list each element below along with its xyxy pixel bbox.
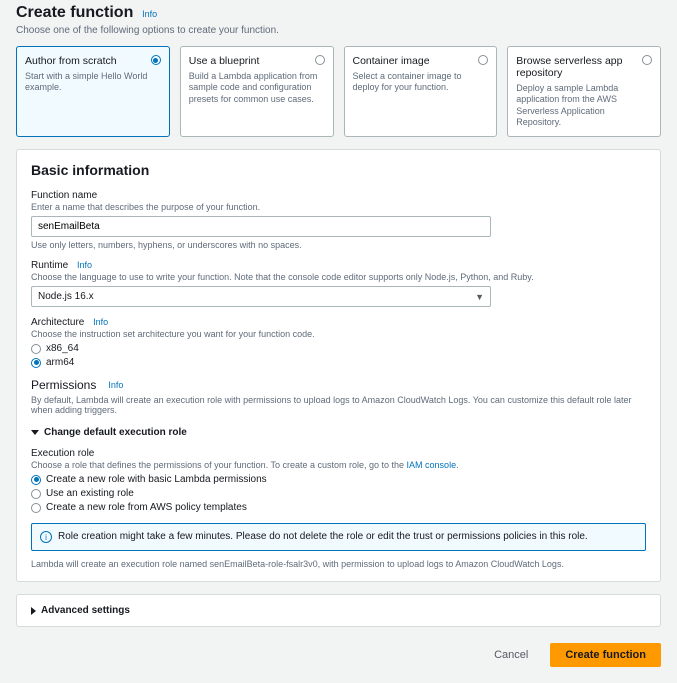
- execution-role-sub: Choose a role that defines the permissio…: [31, 460, 646, 470]
- radio-icon: [642, 55, 652, 65]
- triangle-down-icon: [31, 430, 39, 435]
- info-link-architecture[interactable]: Info: [93, 317, 108, 327]
- page-subtitle: Choose one of the following options to c…: [16, 25, 661, 36]
- runtime-label: Runtime: [31, 260, 68, 271]
- role-option-existing[interactable]: Use an existing role: [31, 488, 646, 499]
- execution-role-label: Execution role: [31, 448, 646, 459]
- runtime-sub: Choose the language to use to write your…: [31, 272, 646, 282]
- change-role-expander[interactable]: Change default execution role: [31, 427, 646, 438]
- option-desc: Select a container image to deploy for y…: [353, 71, 489, 94]
- role-option-label: Create a new role with basic Lambda perm…: [46, 474, 267, 485]
- architecture-sub: Choose the instruction set architecture …: [31, 329, 646, 339]
- creation-options: Author from scratch Start with a simple …: [16, 46, 661, 137]
- runtime-select[interactable]: Node.js 16.x ▼: [31, 286, 491, 307]
- basic-information-panel: Basic information Function name Enter a …: [16, 149, 661, 582]
- page-header: Create function Info Choose one of the f…: [16, 4, 661, 36]
- permissions-title: Permissions: [31, 378, 96, 392]
- radio-icon: [315, 55, 325, 65]
- permissions-desc: By default, Lambda will create an execut…: [31, 395, 646, 415]
- option-title: Author from scratch: [25, 55, 161, 67]
- runtime-value: Node.js 16.x: [38, 291, 94, 302]
- radio-icon: [31, 344, 41, 354]
- arch-x86-label: x86_64: [46, 343, 79, 354]
- chevron-down-icon: ▼: [475, 292, 484, 302]
- radio-icon: [31, 358, 41, 368]
- page-title: Create function: [16, 4, 133, 22]
- radio-icon: [31, 503, 41, 513]
- arch-arm-label: arm64: [46, 357, 74, 368]
- architecture-label: Architecture: [31, 317, 84, 328]
- arch-x86-option[interactable]: x86_64: [31, 343, 646, 354]
- advanced-heading: Advanced settings: [41, 605, 130, 616]
- role-info-text: Role creation might take a few minutes. …: [58, 531, 588, 542]
- info-link-header[interactable]: Info: [142, 9, 157, 19]
- role-option-label: Create a new role from AWS policy templa…: [46, 502, 247, 513]
- info-icon: i: [40, 531, 52, 543]
- create-function-button[interactable]: Create function: [550, 643, 661, 667]
- radio-icon: [31, 475, 41, 485]
- function-name-sub: Enter a name that describes the purpose …: [31, 202, 646, 212]
- option-title: Use a blueprint: [189, 55, 325, 67]
- option-desc: Start with a simple Hello World example.: [25, 71, 161, 94]
- advanced-settings-panel: Advanced settings: [16, 594, 661, 627]
- footer-actions: Cancel Create function: [16, 639, 661, 667]
- function-name-helper: Use only letters, numbers, hyphens, or u…: [31, 240, 646, 250]
- option-serverless-repo[interactable]: Browse serverless app repository Deploy …: [507, 46, 661, 137]
- option-desc: Deploy a sample Lambda application from …: [516, 83, 652, 128]
- function-name-input[interactable]: [31, 216, 491, 237]
- runtime-field: Runtime Info Choose the language to use …: [31, 260, 646, 307]
- triangle-right-icon: [31, 607, 36, 615]
- option-title: Container image: [353, 55, 489, 67]
- radio-icon: [31, 489, 41, 499]
- role-option-label: Use an existing role: [46, 488, 134, 499]
- option-author-from-scratch[interactable]: Author from scratch Start with a simple …: [16, 46, 170, 137]
- role-info-box: i Role creation might take a few minutes…: [31, 523, 646, 551]
- advanced-settings-expander[interactable]: Advanced settings: [31, 605, 646, 616]
- radio-icon: [151, 55, 161, 65]
- architecture-field: Architecture Info Choose the instruction…: [31, 317, 646, 368]
- change-role-label: Change default execution role: [44, 427, 187, 438]
- arch-arm-option[interactable]: arm64: [31, 357, 646, 368]
- basic-heading: Basic information: [31, 162, 646, 178]
- role-option-create-basic[interactable]: Create a new role with basic Lambda perm…: [31, 474, 646, 485]
- info-link-permissions[interactable]: Info: [108, 380, 123, 390]
- permissions-header: Permissions Info: [31, 378, 646, 392]
- option-use-blueprint[interactable]: Use a blueprint Build a Lambda applicati…: [180, 46, 334, 137]
- function-name-field: Function name Enter a name that describe…: [31, 190, 646, 250]
- option-title: Browse serverless app repository: [516, 55, 652, 79]
- role-option-policy-templates[interactable]: Create a new role from AWS policy templa…: [31, 502, 646, 513]
- info-link-runtime[interactable]: Info: [77, 260, 92, 270]
- iam-console-link[interactable]: IAM console: [407, 460, 457, 470]
- option-container-image[interactable]: Container image Select a container image…: [344, 46, 498, 137]
- function-name-label: Function name: [31, 190, 646, 201]
- role-generated-text: Lambda will create an execution role nam…: [31, 559, 646, 569]
- option-desc: Build a Lambda application from sample c…: [189, 71, 325, 105]
- cancel-button[interactable]: Cancel: [480, 643, 542, 667]
